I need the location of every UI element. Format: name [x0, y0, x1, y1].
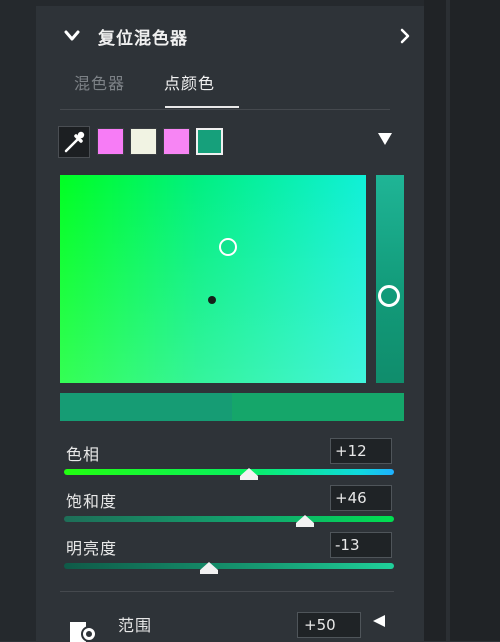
swatch-2[interactable]: [130, 128, 157, 155]
range-value-field[interactable]: +50: [297, 612, 361, 638]
swatch-1[interactable]: [97, 128, 124, 155]
color-strip[interactable]: [376, 175, 404, 383]
color-compare-bar: [60, 393, 404, 421]
picker-sample-point[interactable]: [208, 296, 216, 304]
swatch-3[interactable]: [163, 128, 190, 155]
brightness-label: 明亮度: [66, 539, 118, 558]
hue-slider-thumb[interactable]: [239, 468, 258, 480]
range-label: 范围: [118, 616, 153, 635]
saturation-label: 饱和度: [66, 492, 118, 511]
left-frame: [0, 0, 36, 641]
panel-top-border: [36, 0, 424, 6]
chevron-down-icon[interactable]: [64, 28, 80, 44]
hue-label: 色相: [66, 445, 101, 464]
hue-slider-track[interactable]: [64, 469, 394, 475]
active-tab-indicator: [165, 106, 239, 108]
picker-target-ring[interactable]: [219, 238, 237, 256]
triangle-left-icon[interactable]: [372, 614, 386, 628]
triangle-down-icon[interactable]: [377, 132, 393, 146]
hue-value-field[interactable]: +12: [330, 438, 392, 464]
original-color: [60, 393, 232, 421]
current-color: [232, 393, 404, 421]
strip-handle[interactable]: [378, 285, 400, 307]
tab-divider: [60, 109, 390, 110]
saturation-value-field[interactable]: +46: [330, 485, 392, 511]
saturation-slider-thumb[interactable]: [295, 515, 314, 527]
section-divider: [60, 591, 394, 592]
chevron-right-icon[interactable]: [400, 28, 410, 44]
brightness-slider-track[interactable]: [64, 563, 394, 569]
tab-point-color[interactable]: 点颜色: [164, 70, 215, 94]
color-picker-area[interactable]: [60, 175, 366, 383]
saturation-slider-track[interactable]: [64, 516, 394, 522]
panel-title[interactable]: 复位混色器: [98, 24, 188, 49]
right-frame: [424, 0, 500, 641]
range-icon: [70, 622, 97, 642]
eyedropper-icon: [64, 131, 85, 153]
eyedropper-button[interactable]: [58, 126, 90, 158]
tab-mixer[interactable]: 混色器: [74, 70, 125, 94]
right-frame-edge: [446, 0, 450, 641]
swatch-4-selected[interactable]: [196, 128, 223, 155]
brightness-value-field[interactable]: -13: [330, 532, 392, 558]
brightness-slider-thumb[interactable]: [200, 562, 219, 574]
